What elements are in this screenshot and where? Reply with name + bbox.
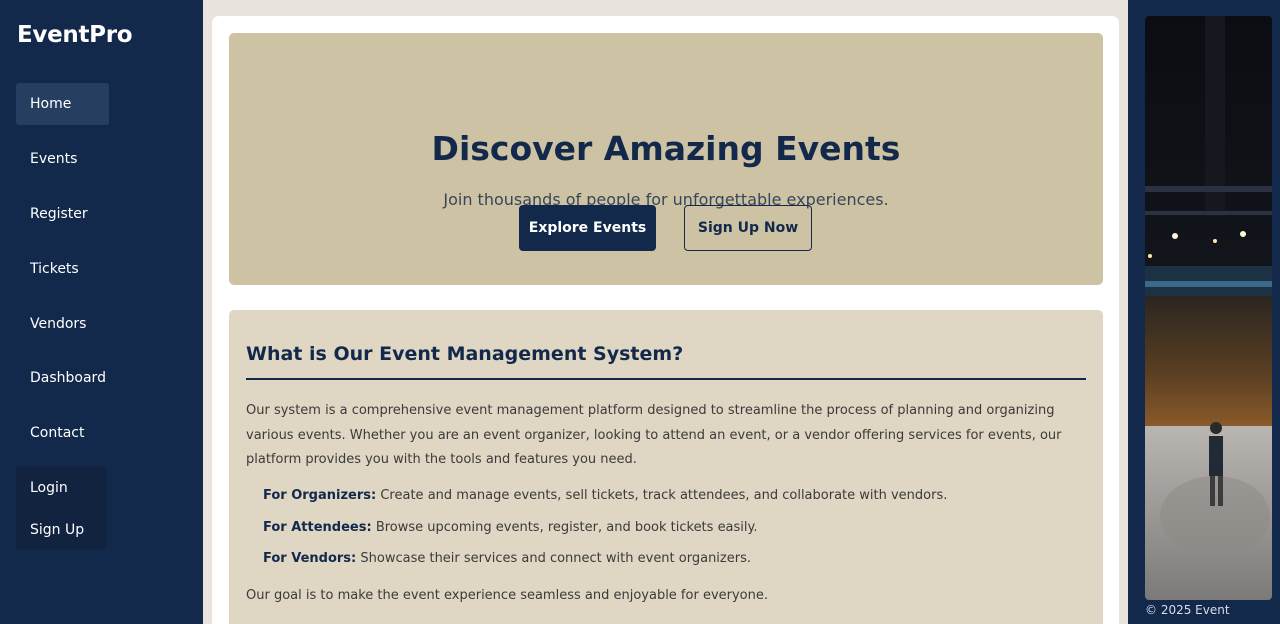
feature-label: For Organizers: bbox=[263, 488, 377, 503]
sidebar-item-label: Events bbox=[30, 151, 78, 167]
sidebar-item-events[interactable]: Events bbox=[16, 138, 109, 180]
goal-paragraph: Our goal is to make the event experience… bbox=[246, 588, 768, 603]
sidebar-item-label: Register bbox=[30, 206, 88, 222]
hero-title: Discover Amazing Events bbox=[431, 129, 901, 168]
feature-label: For Vendors: bbox=[263, 551, 357, 566]
login-link[interactable]: Login bbox=[30, 480, 68, 496]
feature-label: For Attendees: bbox=[263, 520, 372, 535]
sidebar-item-label: Tickets bbox=[30, 261, 79, 277]
feature-text: Browse upcoming events, register, and bo… bbox=[375, 520, 758, 535]
sign-up-now-button[interactable]: Sign Up Now bbox=[684, 205, 812, 251]
about-section: What is Our Event Management System? Our… bbox=[229, 310, 1103, 624]
brand-logo[interactable]: EventPro bbox=[17, 22, 133, 48]
sidebar-item-label: Home bbox=[30, 96, 72, 112]
hero-banner: Discover Amazing Events Join thousands o… bbox=[229, 33, 1103, 285]
section-divider bbox=[246, 378, 1086, 380]
sidebar-item-register[interactable]: Register bbox=[16, 193, 109, 235]
hero-subtitle: Join thousands of people for unforgettab… bbox=[443, 190, 889, 209]
right-panel: © 2025 Event bbox=[1128, 0, 1280, 624]
explore-events-button[interactable]: Explore Events bbox=[519, 205, 656, 251]
sidebar-item-home[interactable]: Home bbox=[16, 83, 109, 125]
sidebar-item-label: Vendors bbox=[30, 316, 87, 332]
event-photo-icon bbox=[1145, 16, 1272, 600]
sidebar-item-label: Contact bbox=[30, 425, 85, 441]
sidebar: EventPro Home Events Register Tickets Ve… bbox=[0, 0, 203, 624]
sidebar-item-label: Dashboard bbox=[30, 370, 106, 386]
section-title: What is Our Event Management System? bbox=[246, 343, 684, 365]
feature-text: Showcase their services and connect with… bbox=[360, 551, 751, 566]
feature-text: Create and manage events, sell tickets, … bbox=[380, 488, 948, 503]
sidebar-item-vendors[interactable]: Vendors bbox=[16, 303, 109, 345]
sidebar-item-contact[interactable]: Contact bbox=[16, 412, 109, 454]
sidebar-item-dashboard[interactable]: Dashboard bbox=[16, 357, 109, 399]
footer-copyright: © 2025 Event bbox=[1145, 603, 1230, 617]
feature-vendors: For Vendors: Showcase their services and… bbox=[263, 551, 751, 566]
signup-link[interactable]: Sign Up bbox=[30, 522, 84, 538]
feature-attendees: For Attendees: Browse upcoming events, r… bbox=[263, 520, 758, 535]
sidebar-item-tickets[interactable]: Tickets bbox=[16, 248, 109, 290]
auth-menu: Login Sign Up bbox=[16, 467, 107, 549]
intro-paragraph: Our system is a comprehensive event mana… bbox=[246, 403, 1062, 467]
feature-organizers: For Organizers: Create and manage events… bbox=[263, 488, 947, 503]
